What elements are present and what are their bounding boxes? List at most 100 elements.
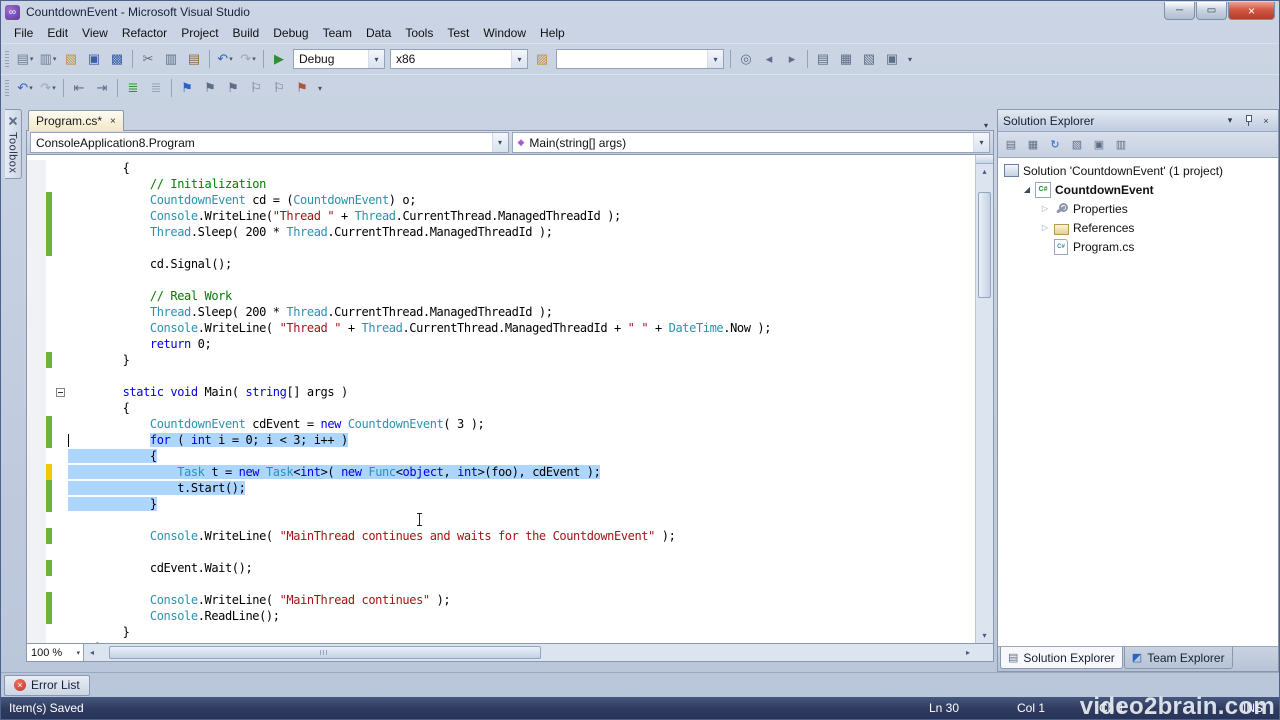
chevron-down-icon[interactable]: ▾ — [973, 133, 989, 152]
zoom-combo[interactable]: 100 % ▾ — [27, 644, 84, 661]
save-icon[interactable]: ▣ — [83, 49, 105, 69]
breakpoint-margin[interactable] — [27, 256, 46, 272]
view-designer-icon[interactable]: ▣ — [1089, 136, 1109, 154]
menu-refactor[interactable]: Refactor — [115, 24, 174, 42]
vertical-scrollbar[interactable]: ▴ ▾ — [975, 155, 993, 643]
types-dropdown[interactable]: ConsoleApplication8.Program ▾ — [30, 132, 509, 153]
next-bookmark-icon[interactable]: ⚑ — [222, 78, 244, 98]
comment-selection-icon[interactable]: ≣ — [122, 78, 144, 98]
breakpoint-margin[interactable] — [27, 352, 46, 368]
uncomment-selection-icon[interactable]: ≣ — [145, 78, 167, 98]
chevron-down-icon[interactable]: ▾ — [368, 50, 384, 68]
code-line[interactable]: return 0; — [27, 336, 975, 352]
breakpoint-margin[interactable] — [27, 272, 46, 288]
breakpoint-margin[interactable] — [27, 528, 46, 544]
menu-tools[interactable]: Tools — [398, 24, 440, 42]
menu-window[interactable]: Window — [476, 24, 533, 42]
find-combo[interactable]: ▾ — [556, 49, 724, 69]
code-line[interactable]: Task t = new Task<int>( new Func<object,… — [27, 464, 975, 480]
chevron-down-icon[interactable]: ▾ — [707, 50, 723, 68]
code-editor[interactable]: { // Initialization CountdownEvent cd = … — [26, 154, 994, 644]
breakpoint-margin[interactable] — [27, 512, 46, 528]
code-line[interactable]: CountdownEvent cd = (CountdownEvent) o; — [27, 192, 975, 208]
cut-icon[interactable]: ✂ — [137, 49, 159, 69]
code-line[interactable]: Console.ReadLine(); — [27, 608, 975, 624]
breakpoint-margin[interactable] — [27, 192, 46, 208]
code-line[interactable]: { — [27, 448, 975, 464]
solution-configurations-combo[interactable]: Debug ▾ — [293, 49, 385, 69]
minimize-button[interactable]: ─ — [1164, 2, 1195, 20]
code-line[interactable] — [27, 368, 975, 384]
breakpoint-margin[interactable] — [27, 320, 46, 336]
code-line[interactable]: Console.WriteLine( "MainThread continues… — [27, 592, 975, 608]
toolbar-drag-grip[interactable] — [5, 51, 9, 67]
code-line[interactable]: Console.WriteLine( "Thread " + Thread.Cu… — [27, 320, 975, 336]
undo-icon[interactable]: ↶ ▾ — [214, 49, 236, 69]
code-line[interactable] — [27, 576, 975, 592]
scroll-up-icon[interactable]: ▴ — [976, 164, 993, 179]
menu-help[interactable]: Help — [533, 24, 572, 42]
code-line[interactable] — [27, 272, 975, 288]
menu-debug[interactable]: Debug — [266, 24, 315, 42]
breakpoint-margin[interactable] — [27, 560, 46, 576]
window-position-icon[interactable]: ▾ — [1223, 115, 1237, 126]
previous-bookmark-folder-icon[interactable]: ⚐ — [245, 78, 267, 98]
breakpoint-margin[interactable] — [27, 448, 46, 464]
error-list-button[interactable]: × Error List — [4, 674, 90, 696]
breakpoint-margin[interactable] — [27, 576, 46, 592]
tab-close-icon[interactable]: × — [110, 116, 116, 127]
expander-closed-icon[interactable]: ▷ — [1038, 223, 1052, 232]
code-line[interactable]: } — [27, 496, 975, 512]
code-line[interactable]: static void Main( string[] args ) — [27, 384, 975, 400]
breakpoint-margin[interactable] — [27, 608, 46, 624]
navigate-backward-icon[interactable]: ↶ ▾ — [14, 78, 36, 98]
find-symbol-icon[interactable]: ◎ — [735, 49, 757, 69]
view-class-diagram-icon[interactable]: ▥ — [1111, 136, 1131, 154]
code-line[interactable]: cd.Signal(); — [27, 256, 975, 272]
clear-bookmarks-icon[interactable]: ⚑ — [291, 78, 313, 98]
code-line[interactable]: Console.WriteLine("Thread " + Thread.Cur… — [27, 208, 975, 224]
open-file-icon[interactable]: ▧ — [60, 49, 82, 69]
tab-team-explorer[interactable]: ◩ Team Explorer — [1123, 647, 1233, 669]
toolbar-options-icon[interactable]: ▾ — [904, 55, 916, 64]
next-bookmark-folder-icon[interactable]: ⚐ — [268, 78, 290, 98]
breakpoint-margin[interactable] — [27, 544, 46, 560]
code-line[interactable]: t.Start(); — [27, 480, 975, 496]
auto-hide-pin-icon[interactable] — [1243, 115, 1253, 126]
code-line[interactable] — [27, 544, 975, 560]
start-debugging-icon[interactable]: ▶ — [268, 49, 290, 69]
menu-edit[interactable]: Edit — [40, 24, 75, 42]
breakpoint-margin[interactable] — [27, 288, 46, 304]
expander-closed-icon[interactable]: ▷ — [1038, 204, 1052, 213]
title-bar[interactable]: ∞ CountdownEvent - Microsoft Visual Stud… — [1, 1, 1279, 23]
code-line[interactable]: } — [27, 624, 975, 640]
properties-icon[interactable]: ▤ — [1001, 136, 1021, 154]
tree-item-solution[interactable]: Solution 'CountdownEvent' (1 project) — [998, 161, 1278, 180]
decrease-indent-icon[interactable]: ⇤ — [68, 78, 90, 98]
close-panel-icon[interactable]: × — [1259, 116, 1273, 126]
tree-item-program-cs[interactable]: Program.cs — [998, 237, 1278, 256]
breakpoint-margin[interactable] — [27, 368, 46, 384]
navigate-backward-icon[interactable]: ◂ — [758, 49, 780, 69]
breakpoint-margin[interactable] — [27, 416, 46, 432]
splitter-handle[interactable] — [976, 155, 993, 164]
code-line[interactable] — [27, 240, 975, 256]
navigate-forward-icon[interactable]: ↷ ▾ — [37, 78, 59, 98]
code-line[interactable]: Thread.Sleep( 200 * Thread.CurrentThread… — [27, 224, 975, 240]
code-line[interactable]: { — [27, 160, 975, 176]
add-item-icon[interactable]: ▥ ▾ — [37, 49, 59, 69]
breakpoint-margin[interactable] — [27, 384, 46, 400]
properties-window-icon[interactable]: ▦ — [835, 49, 857, 69]
copy-icon[interactable]: ▥ — [160, 49, 182, 69]
restore-button[interactable]: ▭ — [1196, 2, 1227, 20]
breakpoint-margin[interactable] — [27, 160, 46, 176]
increase-indent-icon[interactable]: ⇥ — [91, 78, 113, 98]
start-page-icon[interactable]: ▣ — [881, 49, 903, 69]
breakpoint-margin[interactable] — [27, 304, 46, 320]
menu-view[interactable]: View — [75, 24, 115, 42]
scroll-right-icon[interactable]: ▸ — [960, 644, 976, 661]
menu-team[interactable]: Team — [316, 24, 359, 42]
code-line[interactable]: cdEvent.Wait(); — [27, 560, 975, 576]
close-button[interactable]: × — [1228, 2, 1275, 20]
solution-platforms-combo[interactable]: x86 ▾ — [390, 49, 528, 69]
